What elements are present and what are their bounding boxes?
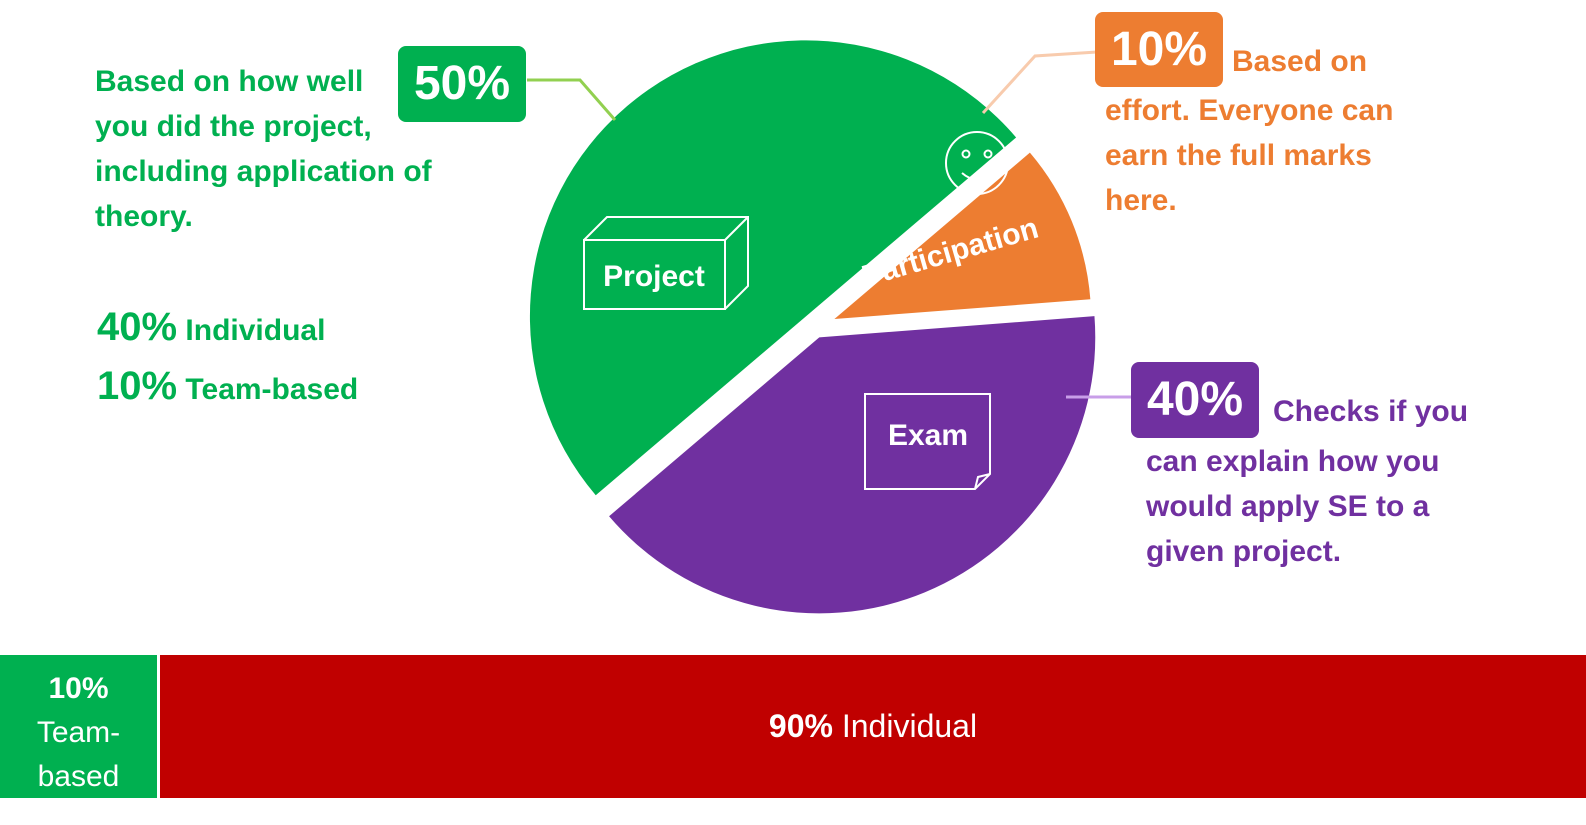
- participation-description-line: here.: [1105, 184, 1177, 217]
- team-bar-percent: 10%: [48, 672, 109, 705]
- participation-description-first: Based on: [1232, 45, 1368, 78]
- exam-percent-badge: 40%: [1131, 362, 1259, 438]
- split-percent: 40%: [97, 305, 178, 349]
- team-based-bar: 10% Team- based: [0, 655, 157, 798]
- team-bar-label: Team-: [36, 716, 121, 749]
- participation-description: effort. Everyone can earn the full marks…: [1105, 88, 1393, 223]
- individual-bar: 90% Individual: [160, 655, 1586, 798]
- project-connector-line: [527, 78, 617, 121]
- project-description-line: Based on how well: [95, 65, 364, 98]
- project-description-line: including application of: [95, 155, 432, 188]
- project-description: Based on how well you did the project, i…: [95, 59, 432, 239]
- project-description-line: you did the project,: [95, 110, 372, 143]
- slice-label-project: Project: [603, 260, 705, 293]
- split-label: Team-based: [185, 373, 359, 406]
- participation-description-line: effort. Everyone can: [1105, 94, 1394, 127]
- exam-description-line: given project.: [1146, 535, 1342, 568]
- project-split-team: 10% Team-based: [97, 364, 358, 409]
- split-percent: 10%: [97, 364, 178, 408]
- project-split-individual: 40% Individual: [97, 305, 325, 350]
- participation-percent-badge: 10%: [1095, 12, 1223, 87]
- exam-description-line: can explain how you: [1146, 445, 1440, 478]
- exam-description: can explain how you would apply SE to a …: [1146, 439, 1439, 574]
- pie-slices: [529, 40, 1096, 614]
- exam-description-first: Checks if you: [1273, 395, 1469, 428]
- participation-connector-line: [981, 50, 1098, 115]
- participation-description-line: earn the full marks: [1105, 139, 1372, 172]
- individual-bar-label: Individual: [841, 708, 978, 744]
- team-bar-label: based: [37, 760, 120, 793]
- exam-description-line: would apply SE to a: [1146, 490, 1430, 523]
- split-label: Individual: [185, 314, 326, 347]
- individual-bar-percent: 90%: [768, 708, 833, 744]
- project-description-line: theory.: [95, 200, 193, 233]
- slice-label-exam: Exam: [888, 419, 968, 452]
